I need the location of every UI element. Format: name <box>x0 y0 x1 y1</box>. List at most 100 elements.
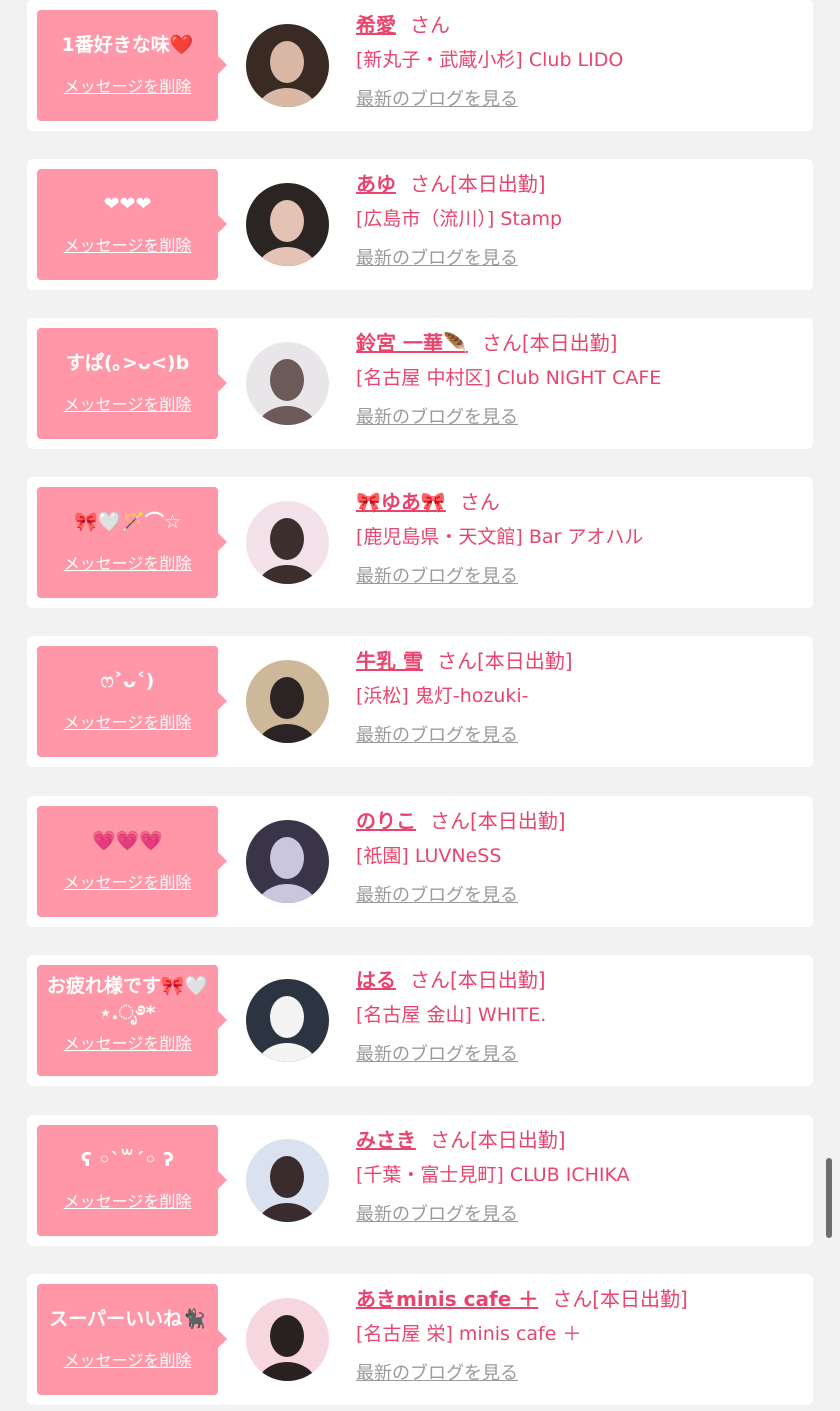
honorific: さん <box>436 649 477 673</box>
shop-name: [浜松] 鬼灯-hozuki- <box>356 685 529 707</box>
message-bubble: ❤❤❤ メッセージを削除 <box>37 169 227 280</box>
latest-blog-link[interactable]: 最新のブログを見る <box>356 1041 518 1069</box>
avatar-image <box>246 660 329 743</box>
delete-message-link[interactable]: メッセージを削除 <box>37 550 218 574</box>
name-line: あきminis cafe ＋ さん[本日出勤] <box>356 1282 803 1316</box>
shop-name: [鹿児島県・天文館] Bar アオハル <box>356 526 644 548</box>
avatar-image <box>246 183 329 266</box>
delete-message-link[interactable]: メッセージを削除 <box>37 869 218 893</box>
shop-name: [新丸子・武蔵小杉] Club LIDO <box>356 49 624 71</box>
message-text: 💗💗💗 <box>92 830 163 852</box>
avatar[interactable] <box>246 24 329 107</box>
avatar[interactable] <box>246 183 329 266</box>
delete-message-link[interactable]: メッセージを削除 <box>37 709 218 733</box>
status-badge: [本日出勤] <box>450 172 546 196</box>
status-badge: [本日出勤] <box>470 809 566 833</box>
delete-message-link[interactable]: メッセージを削除 <box>37 1188 218 1212</box>
honorific: さん <box>430 1128 470 1152</box>
cast-info: はる さん[本日出勤] [名古屋 金山] WHITE. 最新のブログを見る <box>356 963 803 1069</box>
cast-name-link[interactable]: 牛乳 雪 <box>356 649 423 673</box>
avatar-image <box>246 501 329 584</box>
latest-blog-link[interactable]: 最新のブログを見る <box>356 882 518 910</box>
cast-name-link[interactable]: あきminis cafe ＋ <box>356 1287 538 1311</box>
list-item: すぱ(｡>ᴗ<)b メッセージを削除 鈴宮 一華🪶 さん[本日出勤] [名古屋 中… <box>27 318 813 449</box>
name-line: 牛乳 雪さん[本日出勤] <box>356 644 803 678</box>
avatar[interactable] <box>246 820 329 903</box>
status-badge: [本日出勤] <box>476 649 573 673</box>
message-text: ʕ ◦`꒳´◦ ʔ <box>80 1149 175 1171</box>
list-item: 🎀🤍🪄⌒☆ メッセージを削除 🎀ゆあ🎀 さん [鹿児島県・天文館] Bar アオハ… <box>27 477 813 608</box>
status-badge: [本日出勤] <box>450 968 546 992</box>
message-bubble: 🎀🤍🪄⌒☆ メッセージを削除 <box>37 487 227 598</box>
cast-name-link[interactable]: あゆ <box>356 172 396 196</box>
avatar[interactable] <box>246 342 329 425</box>
avatar[interactable] <box>246 1139 329 1222</box>
cast-name-link[interactable]: みさき <box>356 1128 416 1152</box>
list-item: 💗💗💗 メッセージを削除 のりこ さん[本日出勤] [祇園] LUVNeSS 最新… <box>27 796 813 927</box>
cast-name-link[interactable]: 希愛 <box>356 13 396 37</box>
message-bubble: ʕ ◦`꒳´◦ ʔ メッセージを削除 <box>37 1125 227 1236</box>
scrollbar-thumb[interactable] <box>826 1158 832 1238</box>
avatar[interactable] <box>246 979 329 1062</box>
cast-name-link[interactable]: はる <box>356 968 396 992</box>
shop-name: [名古屋 金山] WHITE. <box>356 1004 547 1026</box>
latest-blog-link[interactable]: 最新のブログを見る <box>356 86 518 114</box>
latest-blog-link[interactable]: 最新のブログを見る <box>356 1360 518 1388</box>
latest-blog-link[interactable]: 最新のブログを見る <box>356 1201 518 1229</box>
message-text: 1番好きな味❤️ <box>61 34 194 56</box>
list-item: ෆ˃ᴗ˂) メッセージを削除 牛乳 雪さん[本日出勤] [浜松] 鬼灯-hozu… <box>27 636 813 767</box>
avatar-image <box>246 1139 329 1222</box>
avatar[interactable] <box>246 1298 329 1381</box>
avatar-image <box>246 342 329 425</box>
honorific: さん <box>459 490 500 514</box>
message-text: スーパーいいね🐈‍⬛ <box>49 1308 206 1330</box>
latest-blog-link[interactable]: 最新のブログを見る <box>356 404 518 432</box>
delete-message-link[interactable]: メッセージを削除 <box>37 391 218 415</box>
message-text: すぱ(｡>ᴗ<)b <box>65 352 190 374</box>
delete-message-link[interactable]: メッセージを削除 <box>37 73 218 97</box>
message-bubble: スーパーいいね🐈‍⬛ メッセージを削除 <box>37 1284 227 1395</box>
name-line: みさき さん[本日出勤] <box>356 1123 803 1157</box>
message-text: ෆ˃ᴗ˂) <box>100 670 155 692</box>
message-list: 1番好きな味❤️ メッセージを削除 希愛 さん [新丸子・武蔵小杉] Club L… <box>0 0 840 1411</box>
cast-info: あきminis cafe ＋ さん[本日出勤] [名古屋 栄] minis caf… <box>356 1282 803 1388</box>
message-text: お疲れ様です🎀🤍⋆.ೃ࿔* <box>46 975 209 1024</box>
cast-info: 牛乳 雪さん[本日出勤] [浜松] 鬼灯-hozuki- 最新のブログを見る <box>356 644 803 750</box>
avatar-image <box>246 979 329 1062</box>
message-text: ❤❤❤ <box>103 193 152 215</box>
latest-blog-link[interactable]: 最新のブログを見る <box>356 722 518 750</box>
honorific: さん <box>410 968 450 992</box>
list-item: ❤❤❤ メッセージを削除 あゆ さん[本日出勤] [広島市（流川）] Stamp … <box>27 159 813 290</box>
list-item: 1番好きな味❤️ メッセージを削除 希愛 さん [新丸子・武蔵小杉] Club L… <box>27 0 813 131</box>
message-bubble: すぱ(｡>ᴗ<)b メッセージを削除 <box>37 328 227 439</box>
cast-name-link[interactable]: のりこ <box>356 809 416 833</box>
name-line: 鈴宮 一華🪶 さん[本日出勤] <box>356 326 803 360</box>
honorific: さん <box>552 1287 593 1311</box>
delete-message-link[interactable]: メッセージを削除 <box>37 1347 218 1371</box>
delete-message-link[interactable]: メッセージを削除 <box>37 1030 218 1054</box>
cast-name-link[interactable]: 鈴宮 一華🪶 <box>356 331 468 355</box>
name-line: のりこ さん[本日出勤] <box>356 804 803 838</box>
cast-name-link[interactable]: 🎀ゆあ🎀 <box>356 490 446 514</box>
delete-message-link[interactable]: メッセージを削除 <box>37 232 218 256</box>
shop-name: [名古屋 栄] minis cafe ＋ <box>356 1323 582 1345</box>
shop-name: [祇園] LUVNeSS <box>356 845 502 867</box>
cast-info: あゆ さん[本日出勤] [広島市（流川）] Stamp 最新のブログを見る <box>356 167 803 273</box>
honorific: さん <box>430 809 470 833</box>
status-badge: [本日出勤] <box>470 1128 566 1152</box>
shop-name: [千葉・富士見町] CLUB ICHIKA <box>356 1164 630 1186</box>
cast-info: みさき さん[本日出勤] [千葉・富士見町] CLUB ICHIKA 最新のブログ… <box>356 1123 803 1229</box>
avatar-image <box>246 1298 329 1381</box>
list-item: ʕ ◦`꒳´◦ ʔ メッセージを削除 みさき さん[本日出勤] [千葉・富士見町]… <box>27 1115 813 1246</box>
shop-name: [広島市（流川）] Stamp <box>356 208 563 230</box>
avatar[interactable] <box>246 660 329 743</box>
status-badge: [本日出勤] <box>521 331 618 355</box>
name-line: 希愛 さん <box>356 8 803 42</box>
honorific: さん <box>481 331 522 355</box>
honorific: さん <box>410 13 450 37</box>
message-bubble: ෆ˃ᴗ˂) メッセージを削除 <box>37 646 227 757</box>
cast-info: のりこ さん[本日出勤] [祇園] LUVNeSS 最新のブログを見る <box>356 804 803 910</box>
latest-blog-link[interactable]: 最新のブログを見る <box>356 245 518 273</box>
avatar[interactable] <box>246 501 329 584</box>
latest-blog-link[interactable]: 最新のブログを見る <box>356 563 518 591</box>
